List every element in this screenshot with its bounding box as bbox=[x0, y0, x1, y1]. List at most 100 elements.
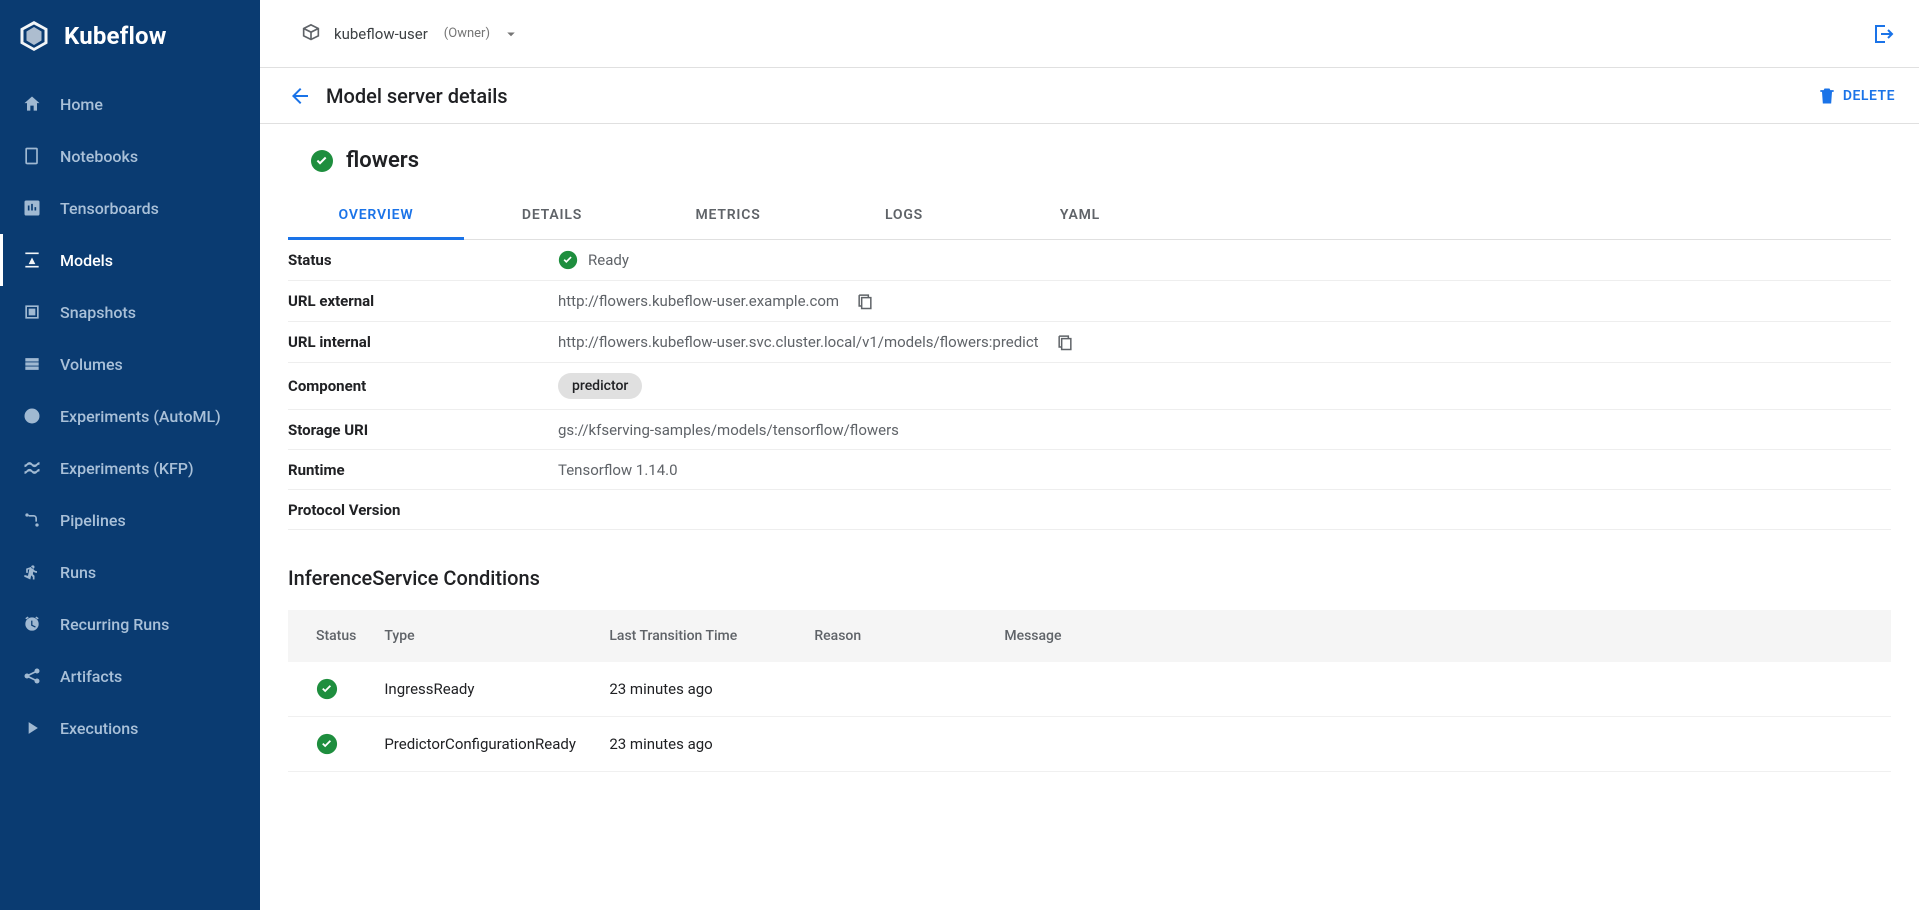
sidebar-item-artifacts[interactable]: Artifacts bbox=[0, 650, 260, 702]
row-storage-uri: Storage URI gs://kfserving-samples/model… bbox=[288, 410, 1891, 450]
status-check-icon bbox=[310, 149, 334, 173]
component-chip: predictor bbox=[558, 373, 642, 399]
protocol-label: Protocol Version bbox=[288, 501, 558, 519]
sidebar-item-runs[interactable]: Runs bbox=[0, 546, 260, 598]
delete-label: DELETE bbox=[1843, 88, 1895, 104]
cell-type: IngressReady bbox=[370, 662, 595, 717]
url-internal-value: http://flowers.kubeflow-user.svc.cluster… bbox=[558, 333, 1039, 351]
sidebar-item-label: Executions bbox=[60, 719, 138, 738]
tab-metrics[interactable]: METRICS bbox=[640, 193, 816, 239]
tab-details[interactable]: DETAILS bbox=[464, 193, 640, 239]
tab-overview[interactable]: OVERVIEW bbox=[288, 193, 464, 240]
globe-icon bbox=[22, 406, 42, 426]
storage-icon bbox=[22, 354, 42, 374]
sidebar-item-experiments-kfp[interactable]: Experiments (KFP) bbox=[0, 442, 260, 494]
back-button[interactable] bbox=[288, 84, 312, 108]
row-runtime: Runtime Tensorflow 1.14.0 bbox=[288, 450, 1891, 490]
sidebar-item-label: Pipelines bbox=[60, 511, 126, 530]
sidebar-item-label: Snapshots bbox=[60, 303, 136, 322]
status-value: Ready bbox=[588, 251, 629, 269]
sidebar-item-label: Volumes bbox=[60, 355, 123, 374]
cell-reason bbox=[800, 717, 990, 772]
sidebar: Kubeflow Home Notebooks Tensorboards Mod… bbox=[0, 0, 260, 910]
storage-label: Storage URI bbox=[288, 421, 558, 439]
cell-reason bbox=[800, 662, 990, 717]
th-time: Last Transition Time bbox=[595, 610, 800, 662]
conditions-table: Status Type Last Transition Time Reason … bbox=[288, 610, 1891, 772]
th-reason: Reason bbox=[800, 610, 990, 662]
row-url-external: URL external http://flowers.kubeflow-use… bbox=[288, 281, 1891, 322]
chart-icon bbox=[22, 198, 42, 218]
sidebar-item-tensorboards[interactable]: Tensorboards bbox=[0, 182, 260, 234]
th-type: Type bbox=[370, 610, 595, 662]
th-message: Message bbox=[990, 610, 1891, 662]
sidebar-item-recurring-runs[interactable]: Recurring Runs bbox=[0, 598, 260, 650]
model-heading: flowers bbox=[288, 148, 1891, 173]
cell-status bbox=[288, 717, 370, 772]
namespace-role: (Owner) bbox=[444, 26, 490, 41]
status-label: Status bbox=[288, 251, 558, 269]
sidebar-item-models[interactable]: Models bbox=[0, 234, 260, 286]
sidebar-item-snapshots[interactable]: Snapshots bbox=[0, 286, 260, 338]
tab-yaml[interactable]: YAML bbox=[992, 193, 1168, 239]
url-internal-label: URL internal bbox=[288, 333, 558, 351]
play-icon bbox=[22, 718, 42, 738]
kubeflow-logo-icon bbox=[16, 18, 52, 54]
sidebar-item-experiments-automl[interactable]: Experiments (AutoML) bbox=[0, 390, 260, 442]
nav-list: Home Notebooks Tensorboards Models Snaps… bbox=[0, 78, 260, 754]
row-protocol-version: Protocol Version bbox=[288, 490, 1891, 530]
tab-logs[interactable]: LOGS bbox=[816, 193, 992, 239]
runtime-value: Tensorflow 1.14.0 bbox=[558, 461, 678, 479]
sidebar-item-label: Runs bbox=[60, 563, 96, 582]
status-check-icon bbox=[558, 250, 578, 270]
pipeline-icon bbox=[22, 510, 42, 530]
namespace-icon bbox=[300, 23, 322, 45]
sidebar-item-pipelines[interactable]: Pipelines bbox=[0, 494, 260, 546]
namespace-selector[interactable]: kubeflow-user (Owner) bbox=[300, 23, 520, 45]
copy-url-internal-button[interactable] bbox=[1055, 332, 1075, 352]
sidebar-item-label: Home bbox=[60, 95, 103, 114]
namespace-name: kubeflow-user bbox=[334, 25, 428, 43]
models-icon bbox=[22, 250, 42, 270]
runtime-label: Runtime bbox=[288, 461, 558, 479]
delete-button[interactable]: DELETE bbox=[1817, 86, 1895, 106]
trash-icon bbox=[1817, 86, 1837, 106]
row-url-internal: URL internal http://flowers.kubeflow-use… bbox=[288, 322, 1891, 363]
brand-area: Kubeflow bbox=[0, 0, 260, 78]
sidebar-item-label: Artifacts bbox=[60, 667, 122, 686]
copy-url-external-button[interactable] bbox=[855, 291, 875, 311]
page-header: Model server details DELETE bbox=[260, 68, 1919, 124]
sidebar-item-label: Experiments (KFP) bbox=[60, 459, 194, 478]
top-bar: kubeflow-user (Owner) bbox=[260, 0, 1919, 68]
status-check-icon bbox=[316, 678, 356, 700]
artifact-icon bbox=[22, 666, 42, 686]
book-icon bbox=[22, 146, 42, 166]
sidebar-item-volumes[interactable]: Volumes bbox=[0, 338, 260, 390]
sidebar-item-home[interactable]: Home bbox=[0, 78, 260, 130]
home-icon bbox=[22, 94, 42, 114]
cell-message bbox=[990, 662, 1891, 717]
table-row: PredictorConfigurationReady 23 minutes a… bbox=[288, 717, 1891, 772]
url-external-value: http://flowers.kubeflow-user.example.com bbox=[558, 292, 839, 310]
component-label: Component bbox=[288, 377, 558, 395]
logout-button[interactable] bbox=[1871, 22, 1895, 46]
url-external-label: URL external bbox=[288, 292, 558, 310]
th-status: Status bbox=[288, 610, 370, 662]
table-header-row: Status Type Last Transition Time Reason … bbox=[288, 610, 1891, 662]
snapshot-icon bbox=[22, 302, 42, 322]
sidebar-item-executions[interactable]: Executions bbox=[0, 702, 260, 754]
brand-name: Kubeflow bbox=[64, 22, 167, 50]
row-component: Component predictor bbox=[288, 363, 1891, 410]
alarm-icon bbox=[22, 614, 42, 634]
page-title: Model server details bbox=[326, 84, 508, 108]
storage-value: gs://kfserving-samples/models/tensorflow… bbox=[558, 421, 899, 439]
row-status: Status Ready bbox=[288, 240, 1891, 281]
sidebar-item-label: Notebooks bbox=[60, 147, 138, 166]
waves-icon bbox=[22, 458, 42, 478]
sidebar-item-label: Tensorboards bbox=[60, 199, 159, 218]
model-name: flowers bbox=[346, 148, 419, 173]
chevron-down-icon bbox=[502, 25, 520, 43]
cell-status bbox=[288, 662, 370, 717]
sidebar-item-notebooks[interactable]: Notebooks bbox=[0, 130, 260, 182]
table-row: IngressReady 23 minutes ago bbox=[288, 662, 1891, 717]
